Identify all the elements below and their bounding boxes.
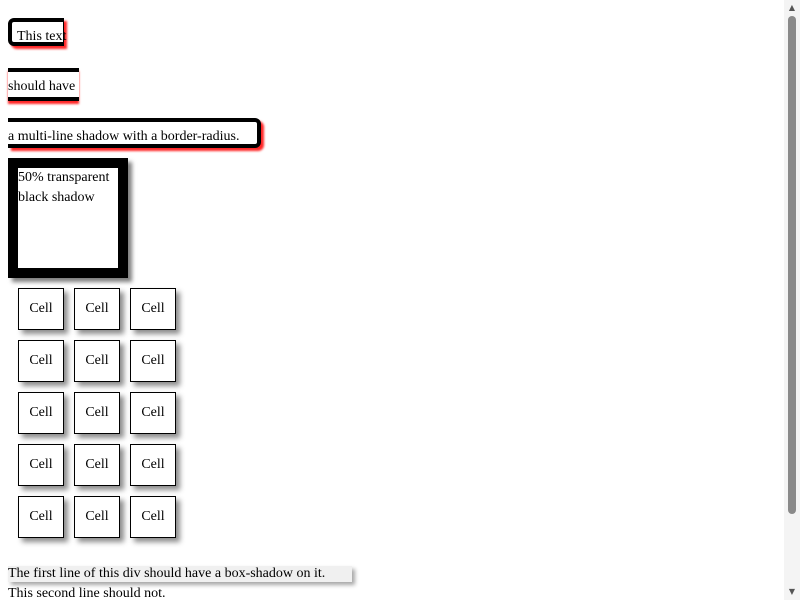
transparent-box-line-1: 50% transparent — [18, 170, 110, 185]
shadow-text-line-1: This text — [8, 18, 66, 46]
vertical-scrollbar[interactable]: ▲ ▼ — [784, 0, 800, 600]
grid-cell: Cell — [74, 392, 120, 434]
second-line-without-shadow: This second line should not. — [8, 586, 166, 600]
grid-cell: Cell — [18, 496, 64, 538]
cell-grid: Cell Cell Cell Cell Cell Cell Cell Cell … — [18, 288, 176, 538]
grid-cell: Cell — [74, 340, 120, 382]
grid-cell: Cell — [130, 392, 176, 434]
arrow-down-icon[interactable]: ▼ — [784, 584, 800, 600]
grid-cell: Cell — [18, 340, 64, 382]
grid-cell: Cell — [130, 288, 176, 330]
shadow-text-line-3: a multi-line shadow with a border-radius… — [8, 118, 261, 148]
scrollbar-thumb[interactable] — [788, 16, 796, 514]
grid-cell: Cell — [74, 444, 120, 486]
shadow-text-line-2: should have — [8, 68, 79, 101]
grid-cell: Cell — [74, 496, 120, 538]
transparent-box-line-2: black shadow — [18, 190, 95, 205]
grid-cell: Cell — [18, 288, 64, 330]
grid-cell: Cell — [130, 444, 176, 486]
page-content: This text should have a multi-line shado… — [0, 0, 784, 600]
arrow-up-icon[interactable]: ▲ — [784, 0, 800, 16]
first-line-with-shadow: The first line of this div should have a… — [8, 566, 352, 582]
transparent-shadow-box: 50% transparent black shadow — [8, 158, 128, 278]
grid-cell: Cell — [18, 444, 64, 486]
grid-cell: Cell — [130, 496, 176, 538]
grid-cell: Cell — [18, 392, 64, 434]
grid-cell: Cell — [130, 340, 176, 382]
grid-cell: Cell — [74, 288, 120, 330]
